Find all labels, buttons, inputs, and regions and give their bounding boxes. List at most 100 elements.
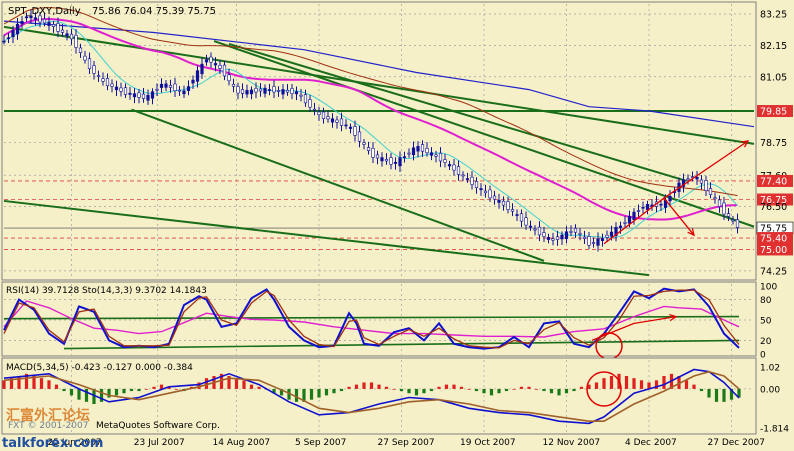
macd-bar-93 [699, 388, 704, 392]
candle-body-100 [452, 164, 456, 171]
candle-body-157 [708, 188, 713, 195]
date-label-4: 27 Sep 2007 [378, 438, 435, 448]
macd-bar-66 [497, 388, 501, 394]
price-ohlc: 75.86 76.04 75.39 75.75 [92, 6, 216, 17]
candle-body-43 [195, 70, 200, 82]
macd-bar-67 [504, 388, 509, 392]
macd-bar-6 [47, 380, 51, 389]
macd-bar-80 [602, 378, 606, 389]
candle-body-120 [542, 232, 546, 237]
candle-body-154 [695, 176, 699, 180]
candle-body-20 [92, 65, 96, 74]
candle-body-152 [686, 178, 690, 181]
date-label-7: 4 Dec 2007 [625, 438, 677, 448]
candle-body-78 [353, 126, 357, 136]
candle-body-54 [245, 90, 249, 95]
macd-bar-54 [407, 388, 411, 394]
candle-body-26 [119, 87, 123, 92]
candle-body-97 [438, 152, 443, 162]
price-axis: 83.2582.1581.0579.8578.7577.6077.4076.75… [756, 9, 794, 277]
price-tick-12: 74.25 [760, 266, 787, 277]
candle-body-21 [96, 75, 101, 77]
macd-bar-16 [122, 388, 126, 394]
macd-bar-53 [399, 388, 404, 392]
macd-bar-20 [152, 386, 156, 389]
candle-body-66 [299, 94, 303, 97]
candle-body-131 [591, 242, 596, 244]
macd-bar-8 [62, 388, 66, 392]
candle-body-58 [263, 87, 267, 94]
candle-body-140 [632, 211, 636, 220]
rsi-axis: 100 80 50 20 0 [760, 283, 777, 361]
date-label-3: 5 Sep 2007 [295, 438, 346, 448]
candle-body-15 [69, 33, 74, 40]
candle-body-106 [479, 188, 483, 191]
candle-body-72 [326, 116, 330, 120]
macd-bar-83 [624, 376, 629, 389]
rsi-tick-1: 80 [760, 296, 772, 306]
candle-body-98 [443, 159, 447, 163]
candle-body-104 [470, 176, 474, 185]
macd-bar-62 [467, 388, 471, 390]
candle-body-160 [722, 202, 726, 215]
candle-body-146 [659, 203, 663, 206]
candle-body-55 [249, 89, 254, 95]
macd-bar-17 [129, 388, 134, 392]
rsi-tick-3: 20 [760, 337, 772, 347]
candle-body-88 [398, 157, 402, 167]
candle-body-83 [375, 154, 380, 159]
candle-body-102 [461, 174, 465, 177]
macd-bar-10 [77, 388, 81, 400]
macd-bar-56 [422, 388, 426, 394]
candle-body-114 [515, 214, 519, 216]
candle-body-99 [447, 164, 452, 167]
candle-body-129 [582, 236, 587, 239]
candle-body-121 [546, 236, 551, 240]
candle-body-22 [101, 78, 105, 82]
candle-body-119 [537, 226, 542, 236]
rsi-tick-2: 50 [760, 317, 772, 327]
macd-bar-88 [662, 376, 666, 389]
macd-bar-69 [519, 386, 524, 389]
forex-chart: 83.2582.1581.0579.8578.7577.6077.4076.75… [1, 1, 794, 451]
candle-body-73 [330, 118, 335, 123]
candle-body-71 [321, 111, 326, 119]
candle-body-62 [281, 89, 285, 95]
macd-bar-96 [722, 388, 726, 402]
macd-bar-58 [437, 386, 441, 389]
price-tick-0: 83.25 [760, 9, 787, 20]
price-panel: 83.2582.1581.0579.8578.7577.6077.4076.75… [1, 1, 794, 281]
candle-body-25 [114, 86, 119, 91]
candle-body-27 [123, 87, 128, 95]
candle-body-1 [6, 37, 11, 39]
macd-bar-31 [234, 378, 239, 389]
candle-body-63 [285, 89, 290, 93]
rsi-tick-0: 100 [760, 283, 777, 293]
candle-body-41 [186, 86, 191, 91]
macd-bar-91 [684, 380, 689, 389]
candle-body-107 [483, 190, 488, 194]
candle-body-122 [551, 238, 555, 241]
candle-body-89 [402, 156, 407, 158]
candle-body-65 [294, 91, 299, 95]
candle-body-86 [389, 157, 393, 165]
macd-bar-15 [114, 388, 119, 396]
price-title: SPT_DXY,Daily [8, 6, 81, 17]
macd-bar-79 [594, 382, 599, 389]
candle-body-96 [434, 154, 438, 157]
candle-body-108 [488, 189, 492, 199]
price-tick-1: 82.15 [760, 41, 787, 52]
candle-body-50 [227, 74, 231, 82]
candle-body-33 [150, 91, 155, 99]
macd-bar-81 [609, 376, 614, 389]
date-label-6: 12 Nov 2007 [543, 438, 601, 448]
macd-title: MACD(5,34,5) -0.423 -0.127 0.000 -0.384 [6, 363, 193, 373]
candle-body-34 [155, 88, 159, 91]
macd-bar-50 [377, 384, 381, 389]
candle-body-126 [569, 231, 573, 233]
candle-body-32 [146, 95, 150, 101]
candle-body-38 [173, 83, 177, 92]
candle-body-138 [623, 222, 627, 224]
rsi-title: RSI(14) 39.7128 Sto(14,3,3) 9.3702 14.18… [6, 286, 207, 296]
candle-body-31 [141, 93, 146, 99]
